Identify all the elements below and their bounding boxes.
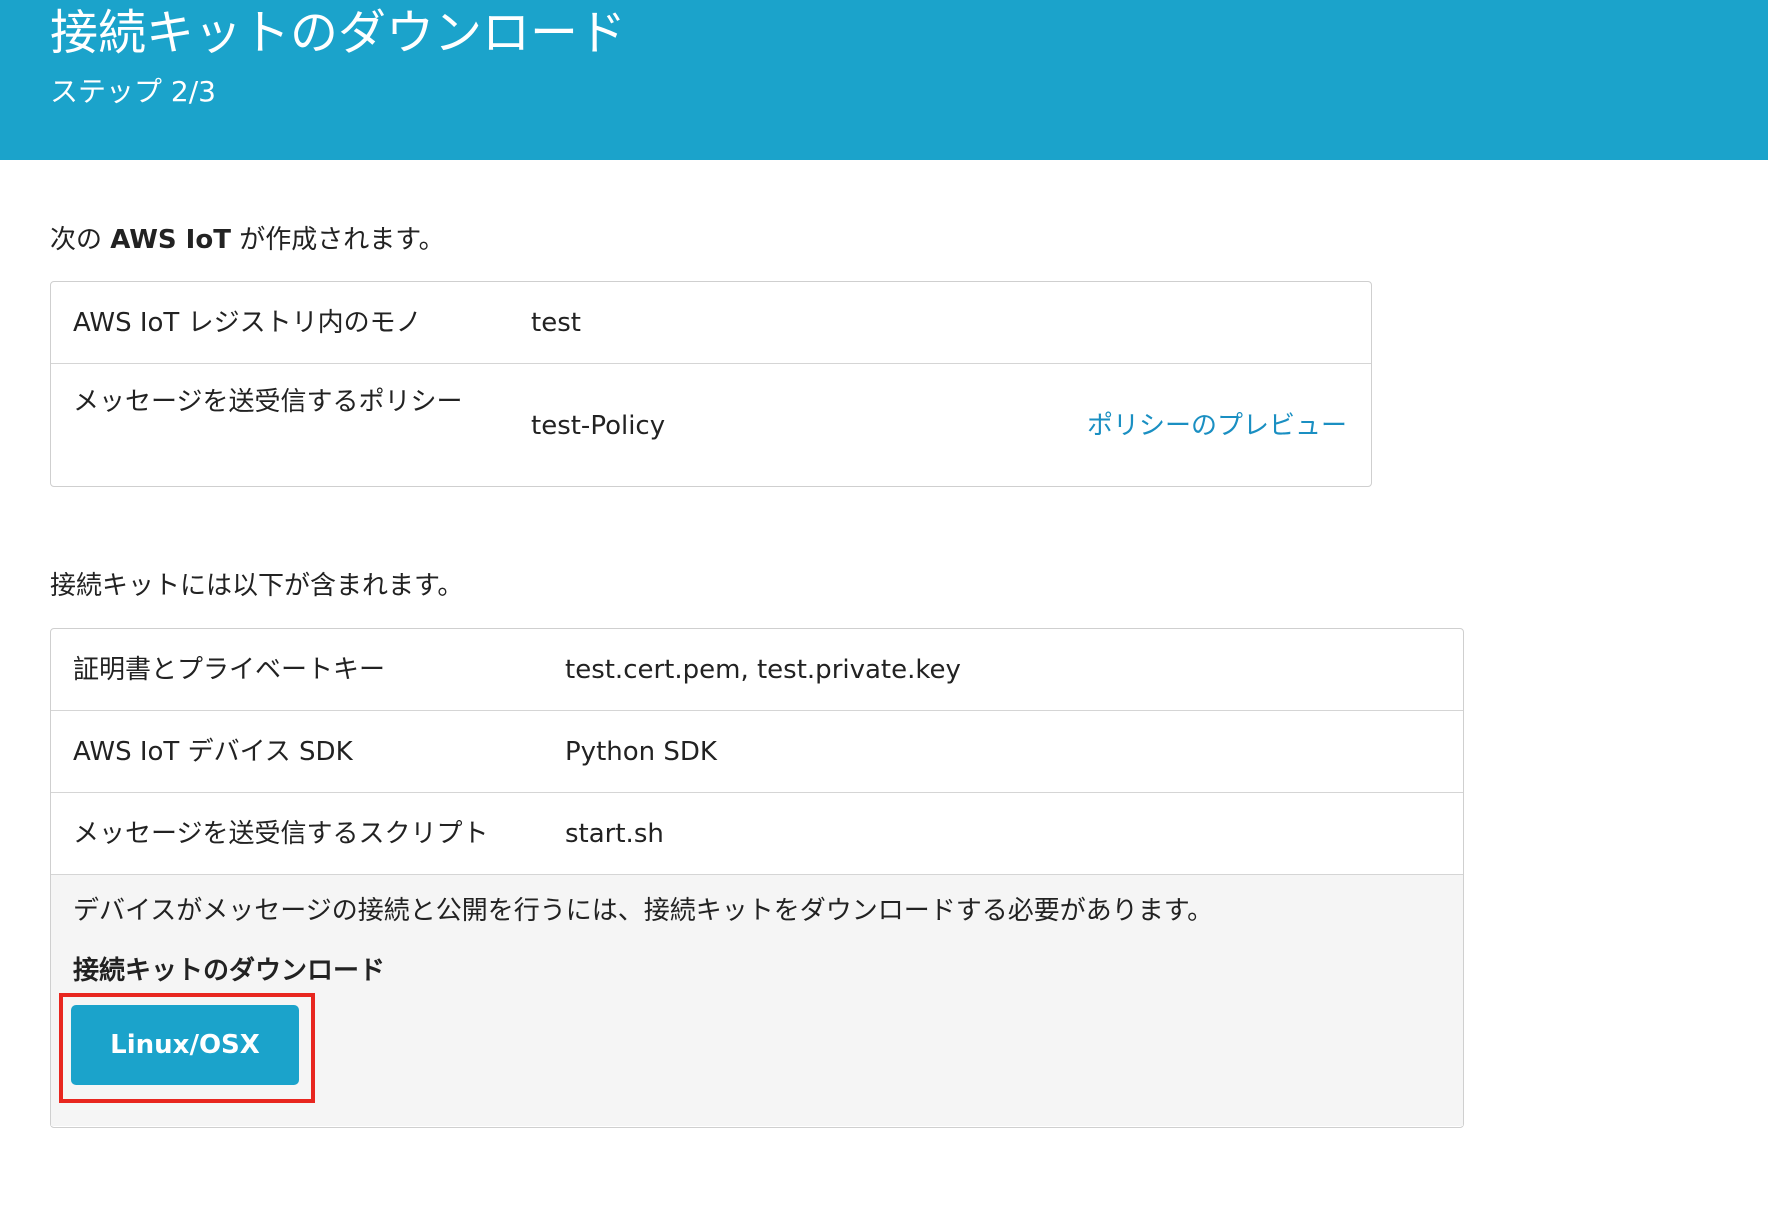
created-intro-prefix: 次の: [50, 225, 111, 255]
sdk-value: Python SDK: [565, 737, 717, 767]
download-section: デバイスがメッセージの接続と公開を行うには、接続キットをダウンロードする必要があ…: [51, 875, 1463, 1126]
page-title: 接続キットのダウンロード: [50, 5, 627, 61]
table-row: メッセージを送受信するポリシー test-Policy ポリシーのプレビュー: [51, 364, 1371, 485]
cert-label: 証明書とプライベートキー: [73, 655, 386, 685]
sdk-label: AWS IoT デバイス SDK: [73, 737, 353, 767]
table-row: メッセージを送受信するスクリプト start.sh: [51, 793, 1463, 875]
page-header: 接続キットのダウンロード ステップ 2/3: [0, 0, 1768, 160]
download-note: デバイスがメッセージの接続と公開を行うには、接続キットをダウンロードする必要があ…: [73, 896, 1214, 926]
connection-kit-panel: 証明書とプライベートキー test.cert.pem, test.private…: [50, 628, 1464, 1128]
policy-value: test-Policy: [531, 411, 666, 441]
step-indicator: ステップ 2/3: [50, 75, 216, 108]
kit-intro: 接続キットには以下が含まれます。: [50, 571, 464, 601]
created-resources-panel: AWS IoT レジストリ内のモノ test メッセージを送受信するポリシー t…: [50, 281, 1372, 487]
table-row: 証明書とプライベートキー test.cert.pem, test.private…: [51, 629, 1463, 711]
thing-value: test: [531, 308, 581, 338]
download-linux-osx-button[interactable]: Linux/OSX: [71, 1005, 299, 1085]
cert-value: test.cert.pem, test.private.key: [565, 655, 961, 685]
table-row: AWS IoT レジストリ内のモノ test: [51, 282, 1371, 364]
table-row: AWS IoT デバイス SDK Python SDK: [51, 711, 1463, 793]
thing-label: AWS IoT レジストリ内のモノ: [73, 308, 422, 338]
script-value: start.sh: [565, 819, 664, 849]
download-heading: 接続キットのダウンロード: [73, 956, 386, 986]
script-label: メッセージを送受信するスクリプト: [73, 819, 489, 849]
created-intro-service: AWS IoT: [110, 225, 231, 255]
policy-label: メッセージを送受信するポリシー: [73, 387, 463, 417]
created-intro-suffix: が作成されます。: [230, 225, 445, 255]
created-intro: 次の AWS IoT が作成されます。: [50, 222, 445, 258]
policy-preview-link[interactable]: ポリシーのプレビュー: [1087, 406, 1347, 446]
